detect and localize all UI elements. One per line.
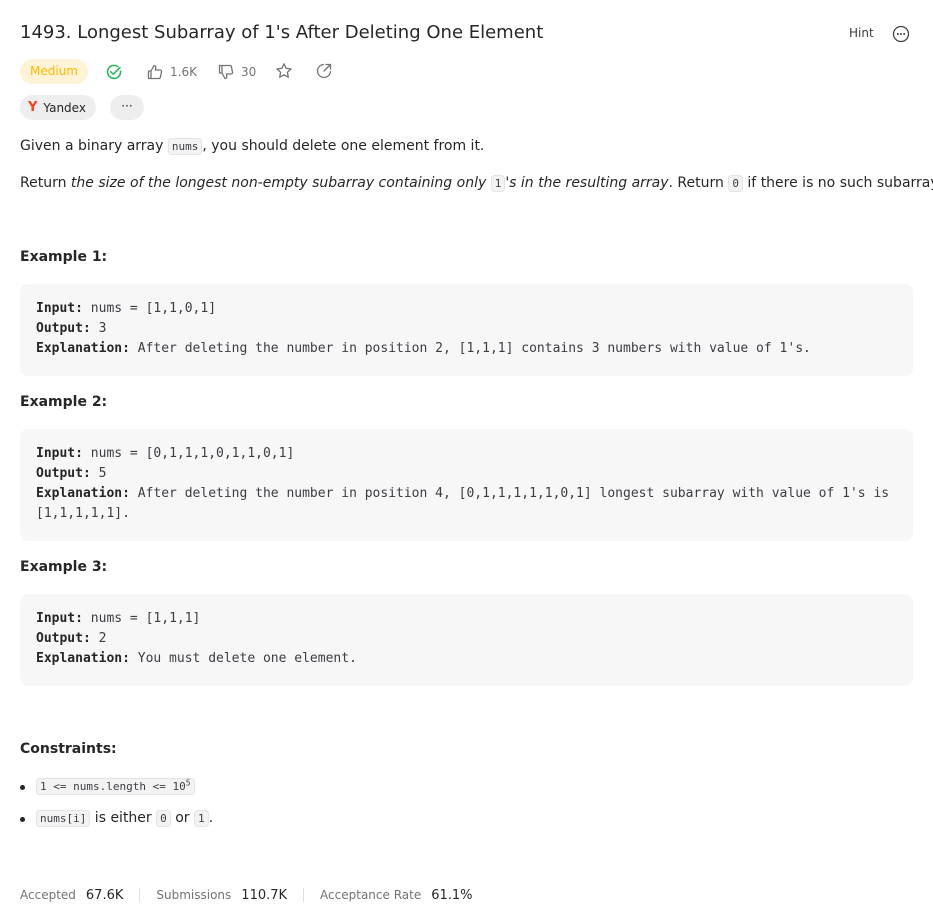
constraint-item-1: 1 <= nums.length <= 105 xyxy=(20,778,320,800)
example-input: nums = [0,1,1,1,0,1,1,0,1] xyxy=(90,446,295,461)
desc-text: if there is no such subarray. xyxy=(742,175,933,191)
inline-code: 1 xyxy=(490,175,506,192)
desc-text: Given a binary array xyxy=(20,138,168,154)
constraint-text: . xyxy=(208,810,214,826)
desc-text: . Return xyxy=(668,175,729,191)
thumbs-down-icon xyxy=(218,64,234,80)
meta-row: Medium 1.6K 30 xyxy=(20,59,913,85)
constraint-exponent: 5 xyxy=(185,778,191,788)
example-explanation: You must delete one element. xyxy=(137,651,357,666)
inline-code: nums xyxy=(167,138,203,155)
more-tags-button[interactable]: ··· xyxy=(110,95,144,120)
constraint-code: nums[i] xyxy=(36,810,91,827)
input-label: Input: xyxy=(36,446,83,461)
yandex-logo-icon: Y xyxy=(28,100,38,115)
bullet-dot xyxy=(20,785,25,790)
desc-italic: 's in the resulting array xyxy=(505,175,669,191)
input-label: Input: xyxy=(36,611,83,626)
constraint-code: 1 <= nums.length <= 105 xyxy=(36,778,195,795)
constraint-code: 0 xyxy=(156,810,171,827)
desc-text: Return xyxy=(20,175,71,191)
example-explanation: After deleting the number in position 2,… xyxy=(137,341,811,356)
constraint-text: is either xyxy=(90,810,157,826)
acceptance-rate-label: Acceptance Rate xyxy=(320,888,422,902)
accepted-value: 67.6K xyxy=(85,887,124,903)
example-output: 3 xyxy=(98,321,107,336)
dislike-count: 30 xyxy=(241,65,257,79)
thumbs-up-icon xyxy=(147,64,163,80)
stats-bar: Accepted 67.6K Submissions 110.7K Accept… xyxy=(20,885,473,905)
example-output: 2 xyxy=(98,631,107,646)
example-3-title: Example 3: xyxy=(20,559,108,575)
output-label: Output: xyxy=(36,321,91,336)
desc-text: , you should delete one element from it. xyxy=(202,138,485,154)
difficulty-badge[interactable]: Medium xyxy=(20,59,88,84)
constraint-text: or xyxy=(170,810,194,826)
output-label: Output: xyxy=(36,631,91,646)
problem-title: 1493. Longest Subarray of 1's After Dele… xyxy=(20,22,544,43)
example-explanation: After deleting the number in position 4,… xyxy=(36,486,890,521)
accepted-label: Accepted xyxy=(20,888,76,902)
example-1-box: Input: nums = [1,1,0,1] Output: 3 Explan… xyxy=(20,284,913,376)
company-tag-label: Yandex xyxy=(43,100,86,115)
inline-code: 0 xyxy=(728,175,743,192)
like-count: 1.6K xyxy=(170,65,197,79)
example-output: 5 xyxy=(98,466,107,481)
description-paragraph-2: Return the size of the longest non-empty… xyxy=(20,173,933,194)
constraints-title: Constraints: xyxy=(20,741,117,757)
constraint-code-text: 1 <= nums.length <= 10 xyxy=(40,780,186,793)
share-icon[interactable] xyxy=(315,62,333,80)
constraint-code: 1 xyxy=(194,810,209,827)
example-3-box: Input: nums = [1,1,1] Output: 2 Explanat… xyxy=(20,594,913,686)
explanation-label: Explanation: xyxy=(36,651,130,666)
output-label: Output: xyxy=(36,466,91,481)
dislike-button[interactable]: 30 xyxy=(217,62,256,82)
constraint-item-2: nums[i] is either 0 or 1. xyxy=(20,810,320,832)
more-options-icon[interactable] xyxy=(892,25,910,43)
submissions-label: Submissions xyxy=(156,888,232,902)
stat-divider xyxy=(139,888,141,902)
company-tag-yandex[interactable]: Y Yandex xyxy=(20,95,96,120)
explanation-label: Explanation: xyxy=(36,341,130,356)
example-input: nums = [1,1,1] xyxy=(90,611,201,626)
hint-button[interactable]: Hint xyxy=(849,26,874,40)
description-paragraph-1: Given a binary array nums, you should de… xyxy=(20,136,484,157)
star-icon[interactable] xyxy=(275,62,293,80)
desc-italic: the size of the longest non-empty subarr… xyxy=(70,175,491,191)
like-button[interactable]: 1.6K xyxy=(146,62,197,82)
example-2-box: Input: nums = [0,1,1,1,0,1,1,0,1] Output… xyxy=(20,429,913,541)
example-2-title: Example 2: xyxy=(20,394,108,410)
input-label: Input: xyxy=(36,301,83,316)
submissions-value: 110.7K xyxy=(241,887,288,903)
solved-check-icon xyxy=(106,64,122,80)
bullet-dot xyxy=(20,817,25,822)
title-row: 1493. Longest Subarray of 1's After Dele… xyxy=(20,20,913,50)
example-input: nums = [1,1,0,1] xyxy=(90,301,217,316)
acceptance-rate-value: 61.1% xyxy=(431,887,473,903)
explanation-label: Explanation: xyxy=(36,486,130,501)
stat-divider xyxy=(303,888,305,902)
example-1-title: Example 1: xyxy=(20,249,108,265)
